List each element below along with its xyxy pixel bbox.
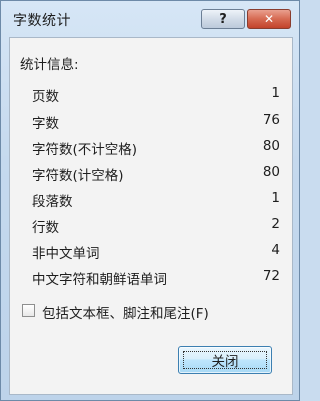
stat-row-words: 字数 76 xyxy=(32,112,280,132)
help-button[interactable]: ? xyxy=(201,9,245,29)
dialog-content: 统计信息: 页数 1 字数 76 字符数(不计空格) 80 字符数(计空格) 8… xyxy=(9,37,293,395)
stat-row-asian-chars: 中文字符和朝鲜语单词 72 xyxy=(32,268,280,288)
statistics-heading: 统计信息: xyxy=(20,57,79,73)
stat-value: 1 xyxy=(271,85,280,101)
stat-label: 段落数 xyxy=(32,194,73,210)
window-close-button[interactable]: ✕ xyxy=(247,9,291,29)
stat-row-paragraphs: 段落数 1 xyxy=(32,190,280,210)
stat-value: 80 xyxy=(262,164,280,180)
stat-value: 80 xyxy=(262,138,280,154)
stat-row-lines: 行数 2 xyxy=(32,216,280,236)
dialog-title: 字数统计 xyxy=(13,13,71,29)
title-bar[interactable]: 字数统计 ? ✕ xyxy=(1,1,299,35)
stat-value: 4 xyxy=(271,242,280,258)
stat-row-chars-with-spaces: 字符数(计空格) 80 xyxy=(32,164,280,184)
stat-label: 字符数(计空格) xyxy=(32,168,124,184)
stat-row-non-chinese-words: 非中文单词 4 xyxy=(32,242,280,262)
stat-row-pages: 页数 1 xyxy=(32,85,280,105)
stat-row-chars-no-spaces: 字符数(不计空格) 80 xyxy=(32,138,280,158)
include-textboxes-option[interactable]: 包括文本框、脚注和尾注(F) xyxy=(22,302,282,322)
close-button-label: 关闭 xyxy=(211,354,239,370)
stat-label: 页数 xyxy=(32,89,59,105)
stat-value: 72 xyxy=(262,268,280,284)
close-icon: ✕ xyxy=(263,12,275,26)
stat-value: 1 xyxy=(271,190,280,206)
include-textboxes-checkbox[interactable] xyxy=(22,304,35,317)
include-textboxes-label[interactable]: 包括文本框、脚注和尾注(F) xyxy=(42,302,209,322)
stat-label: 行数 xyxy=(32,220,59,236)
stat-value: 2 xyxy=(271,216,280,232)
help-icon: ? xyxy=(219,11,227,27)
word-count-dialog: 字数统计 ? ✕ 统计信息: 页数 1 字数 76 字符数(不计空格) 80 字… xyxy=(0,0,300,401)
stat-value: 76 xyxy=(262,112,280,128)
stat-label: 中文字符和朝鲜语单词 xyxy=(32,272,167,288)
close-button[interactable]: 关闭 xyxy=(178,346,272,374)
stat-label: 字符数(不计空格) xyxy=(32,142,138,158)
stat-label: 字数 xyxy=(32,116,59,132)
stat-label: 非中文单词 xyxy=(32,246,100,262)
